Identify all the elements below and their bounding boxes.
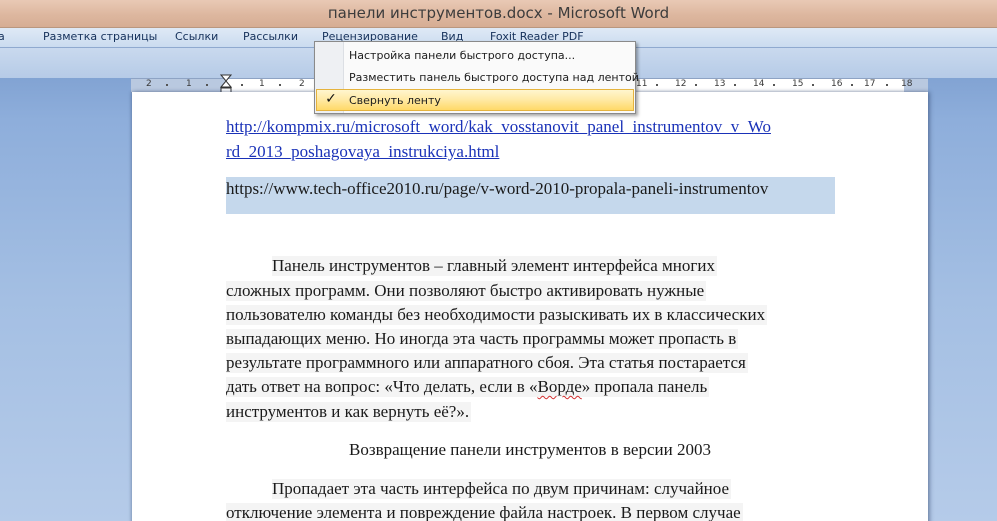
paragraph-line: сложных программ. Они позволяют быстро а… — [226, 281, 707, 301]
ruler-tick — [166, 84, 168, 86]
ruler-tick — [773, 84, 775, 86]
ruler-tick — [695, 84, 697, 86]
paragraph-line: отключение элемента и повреждение файла … — [226, 503, 743, 521]
paragraph-line: Пропадает эта часть интерфейса по двум п… — [272, 479, 732, 499]
ruler-tick-label: 12 — [675, 79, 687, 89]
paragraph-line: инструментов и как вернуть её?». — [226, 402, 472, 422]
ruler-tick-label: 16 — [831, 79, 843, 89]
ruler-tick-label: 17 — [864, 79, 876, 89]
paragraph-text: дать ответ на вопрос: «Что делать, если … — [226, 377, 538, 396]
window-title: панели инструментов.docx - Microsoft Wor… — [327, 4, 670, 22]
title-bar: панели инструментов.docx - Microsoft Wor… — [0, 0, 997, 28]
menu-item-show-quick-access-above[interactable]: Разместить панель быстрого доступа над л… — [316, 66, 639, 88]
ruler-tick — [812, 84, 814, 86]
ruler-tick — [851, 84, 853, 86]
paragraph-line: пользователю команды без необходимости р… — [226, 305, 768, 325]
document-page[interactable]: http://kompmix.ru/microsoft_word/kak_vos… — [132, 92, 928, 521]
ruler-tick-label: 2 — [299, 79, 305, 89]
hyperlink-line[interactable]: http://kompmix.ru/microsoft_word/kak_vos… — [226, 117, 771, 137]
word-window: панели инструментов.docx - Microsoft Wor… — [0, 0, 997, 521]
paragraph-line: дать ответ на вопрос: «Что делать, если … — [226, 377, 710, 397]
tab-references[interactable]: Ссылки — [175, 30, 218, 43]
paragraph-line: Панель инструментов – главный элемент ин… — [272, 256, 717, 276]
ruler-tick — [734, 84, 736, 86]
misspelled-word[interactable]: Ворде — [537, 377, 581, 396]
paragraph-line: выпадающих меню. Но иногда эта часть про… — [226, 329, 739, 349]
ruler-tick-label: 15 — [792, 79, 804, 89]
ruler-tick — [206, 84, 208, 86]
ruler-tick — [886, 84, 888, 86]
menu-item-label: Свернуть ленту — [349, 94, 441, 107]
paragraph-text: » пропала панель — [581, 377, 708, 396]
hyperlink-line[interactable]: rd_2013_poshagovaya_instrukciya.html — [226, 142, 499, 162]
ruler-tick-label: 18 — [901, 79, 913, 89]
quick-access-context-menu: Настройка панели быстрого доступа... Раз… — [314, 41, 639, 114]
menu-item-customize-quick-access[interactable]: Настройка панели быстрого доступа... — [316, 44, 634, 66]
menu-item-minimize-ribbon[interactable]: ✓ Свернуть ленту — [316, 89, 634, 111]
checkmark-icon: ✓ — [325, 91, 337, 107]
ruler-tick — [241, 84, 243, 86]
ruler-tick — [656, 84, 658, 86]
menu-item-label: Разместить панель быстрого доступа над л… — [349, 71, 639, 84]
tab-mailings[interactable]: Рассылки — [243, 30, 298, 43]
menu-item-label: Настройка панели быстрого доступа... — [349, 49, 576, 62]
paragraph-line: результате программного или аппаратного … — [226, 353, 748, 373]
indent-marker-icon[interactable] — [220, 74, 232, 94]
ruler-tick-label: 2 — [146, 79, 152, 89]
ruler-tick-label: 14 — [753, 79, 765, 89]
ruler-tick — [279, 84, 281, 86]
ruler-tick-label: 13 — [714, 79, 726, 89]
ruler-tick-label: 1 — [186, 79, 192, 89]
tab-partial[interactable]: а — [0, 30, 5, 43]
ruler-tick-label: 1 — [259, 79, 265, 89]
plain-url-text: https://www.tech-office2010.ru/page/v-wo… — [226, 179, 769, 198]
section-heading: Возвращение панели инструментов в версии… — [349, 440, 711, 459]
tab-page-layout[interactable]: Разметка страницы — [43, 30, 157, 43]
